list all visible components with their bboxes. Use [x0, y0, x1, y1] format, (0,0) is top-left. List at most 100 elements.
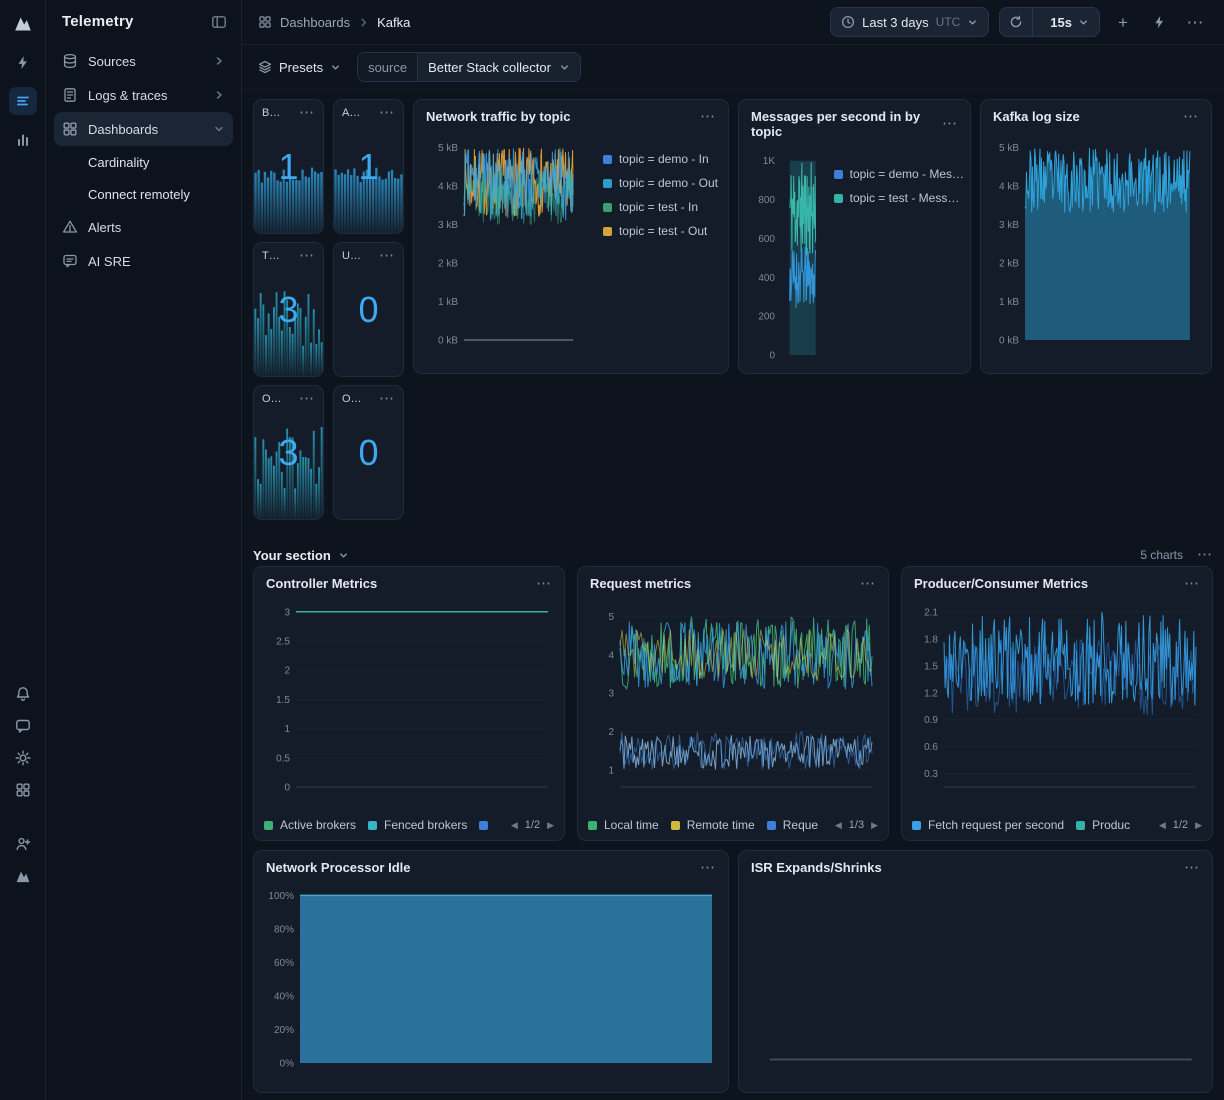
stat-card-online[interactable]: O…⋯ 3	[253, 385, 324, 520]
legend-item[interactable]: topic = demo - Mes…	[834, 167, 964, 181]
legend-pager: ◀ 1/2 ▶	[1159, 819, 1202, 831]
pager-prev-icon[interactable]: ◀	[1159, 820, 1166, 831]
section-toggle[interactable]: Your section	[253, 548, 349, 563]
svg-text:1: 1	[608, 765, 614, 776]
ellipsis-icon[interactable]: ⋯	[299, 109, 315, 117]
notifications-bell-icon[interactable]	[9, 680, 37, 708]
legend-item[interactable]: topic = test - In	[603, 200, 718, 214]
stat-title: U…	[342, 250, 361, 262]
chart-menu-icon[interactable]: ⋯	[860, 580, 876, 588]
section-charts-row: Controller Metrics ⋯ 32.521.510.50 Activ…	[253, 566, 1213, 841]
sidebar-item-sources[interactable]: Sources	[54, 44, 233, 78]
pager-next-icon[interactable]: ▶	[547, 820, 554, 831]
sidebar-item-ai-sre[interactable]: AI SRE	[54, 244, 233, 278]
legend-item[interactable]: Reque	[767, 818, 818, 832]
time-range-button[interactable]: Last 3 days UTC	[830, 7, 989, 37]
legend-item[interactable]: Local time	[588, 818, 659, 832]
stat-card-topics[interactable]: T…⋯ 3	[253, 242, 324, 377]
stat-card-under-replicated[interactable]: U…⋯ 0	[333, 242, 404, 377]
your-section-header: Your section 5 charts ⋯	[253, 544, 1213, 566]
chart-menu-icon[interactable]: ⋯	[1183, 113, 1199, 121]
svg-text:0.9: 0.9	[924, 715, 938, 726]
legend-item[interactable]: topic = demo - Out	[603, 176, 718, 190]
legend-swatch	[671, 821, 680, 830]
stat-card-active[interactable]: A…⋯ 1	[333, 99, 404, 234]
ellipsis-icon[interactable]: ⋯	[379, 395, 395, 403]
stat-value: 1	[334, 146, 403, 188]
add-chart-button[interactable]: +	[1110, 9, 1136, 35]
chart-menu-icon[interactable]: ⋯	[1184, 864, 1200, 872]
section-menu-icon[interactable]: ⋯	[1197, 551, 1213, 559]
chart-menu-icon[interactable]: ⋯	[942, 120, 958, 128]
feedback-chat-icon[interactable]	[9, 712, 37, 740]
producer-consumer-plot[interactable]: 2.11.81.51.20.90.60.3	[914, 595, 1202, 801]
legend-item[interactable]: Fenced brokers	[368, 818, 467, 832]
warning-triangle-icon	[62, 219, 78, 235]
ellipsis-icon[interactable]: ⋯	[379, 252, 395, 260]
chart-legend: topic = demo - In topic = demo - Out top…	[603, 152, 718, 238]
stat-card-brokers[interactable]: B…⋯ 1	[253, 99, 324, 234]
controller-metrics-plot[interactable]: 32.521.510.50	[266, 595, 554, 801]
refresh-interval-button[interactable]: 15s	[1040, 15, 1099, 30]
invite-user-icon[interactable]	[9, 830, 37, 858]
reports-icon[interactable]	[9, 126, 37, 154]
chart-card-producer-consumer-metrics: Producer/Consumer Metrics ⋯ 2.11.81.51.2…	[901, 566, 1213, 841]
apps-grid-icon[interactable]	[9, 776, 37, 804]
pager-prev-icon[interactable]: ◀	[511, 820, 518, 831]
request-metrics-plot[interactable]: 54321	[590, 595, 878, 801]
document-icon	[62, 87, 78, 103]
pager-next-icon[interactable]: ▶	[1195, 820, 1202, 831]
stat-card-offline[interactable]: O…⋯ 0	[333, 385, 404, 520]
ellipsis-icon[interactable]: ⋯	[379, 109, 395, 117]
quick-actions-bolt-icon[interactable]	[1146, 9, 1172, 35]
more-menu-icon[interactable]: ⋯	[1182, 9, 1208, 35]
network-processor-idle-plot[interactable]: 100%80%60%40%20%0%	[266, 879, 718, 1077]
legend-item[interactable]: topic = test - Out	[603, 224, 718, 238]
pager-prev-icon[interactable]: ◀	[835, 820, 842, 831]
legend-item[interactable]: Remote time	[671, 818, 755, 832]
sidebar-item-logs-traces[interactable]: Logs & traces	[54, 78, 233, 112]
svg-text:3 kB: 3 kB	[999, 220, 1019, 231]
telemetry-icon[interactable]	[9, 87, 37, 115]
workspace-logo-icon[interactable]	[9, 862, 37, 890]
chart-menu-icon[interactable]: ⋯	[700, 113, 716, 121]
chart-menu-icon[interactable]: ⋯	[1184, 580, 1200, 588]
pager-next-icon[interactable]: ▶	[871, 820, 878, 831]
presets-button[interactable]: Presets	[258, 60, 341, 75]
legend-item[interactable]: Fetch request per second	[912, 818, 1064, 832]
chart-menu-icon[interactable]: ⋯	[536, 580, 552, 588]
dashboard-top-row: B…⋯ 1 A…⋯ 1 T…⋯ 3 U… ⋯ 0	[253, 99, 1213, 520]
isr-expands-shrinks-plot[interactable]	[751, 879, 1202, 1077]
chart-menu-icon[interactable]: ⋯	[700, 864, 716, 872]
better-stack-logo[interactable]	[10, 10, 36, 36]
sidebar-item-cardinality[interactable]: Cardinality	[54, 146, 233, 178]
svg-text:600: 600	[758, 234, 775, 245]
chevron-down-icon	[338, 550, 349, 561]
ellipsis-icon[interactable]: ⋯	[299, 395, 315, 403]
chart-card-request-metrics: Request metrics ⋯ 54321 Local time Remot…	[577, 566, 889, 841]
svg-text:5 kB: 5 kB	[438, 143, 458, 154]
ellipsis-icon[interactable]: ⋯	[299, 252, 315, 260]
svg-text:0: 0	[769, 351, 775, 362]
uptime-icon[interactable]	[9, 48, 37, 76]
theme-sun-icon[interactable]	[9, 744, 37, 772]
sidebar-item-alerts[interactable]: Alerts	[54, 210, 233, 244]
legend-item[interactable]	[479, 821, 495, 830]
sidebar-item-dashboards[interactable]: Dashboards	[54, 112, 233, 146]
source-select[interactable]: source Better Stack collector	[357, 52, 581, 82]
legend-pager: ◀ 1/2 ▶	[511, 819, 554, 831]
header-controls: Last 3 days UTC 15s +	[830, 7, 1208, 37]
kafka-log-size-plot[interactable]: 5 kB4 kB3 kB2 kB1 kB0 kB	[993, 128, 1201, 354]
sidebar-item-connect-remotely[interactable]: Connect remotely	[54, 178, 233, 210]
legend-item[interactable]: Active brokers	[264, 818, 356, 832]
refresh-now-button[interactable]	[1000, 7, 1033, 37]
legend-item[interactable]: topic = test - Mess…	[834, 191, 964, 205]
breadcrumb-dashboards[interactable]: Dashboards	[280, 15, 350, 30]
svg-text:2 kB: 2 kB	[438, 259, 458, 270]
legend-item[interactable]: topic = demo - In	[603, 152, 718, 166]
collapse-sidebar-icon[interactable]	[211, 14, 227, 30]
svg-text:4 kB: 4 kB	[999, 182, 1019, 193]
legend-item[interactable]: Produc	[1076, 818, 1130, 832]
chart-legend: Local time Remote time Reque	[588, 818, 818, 832]
legend-swatch	[603, 155, 612, 164]
